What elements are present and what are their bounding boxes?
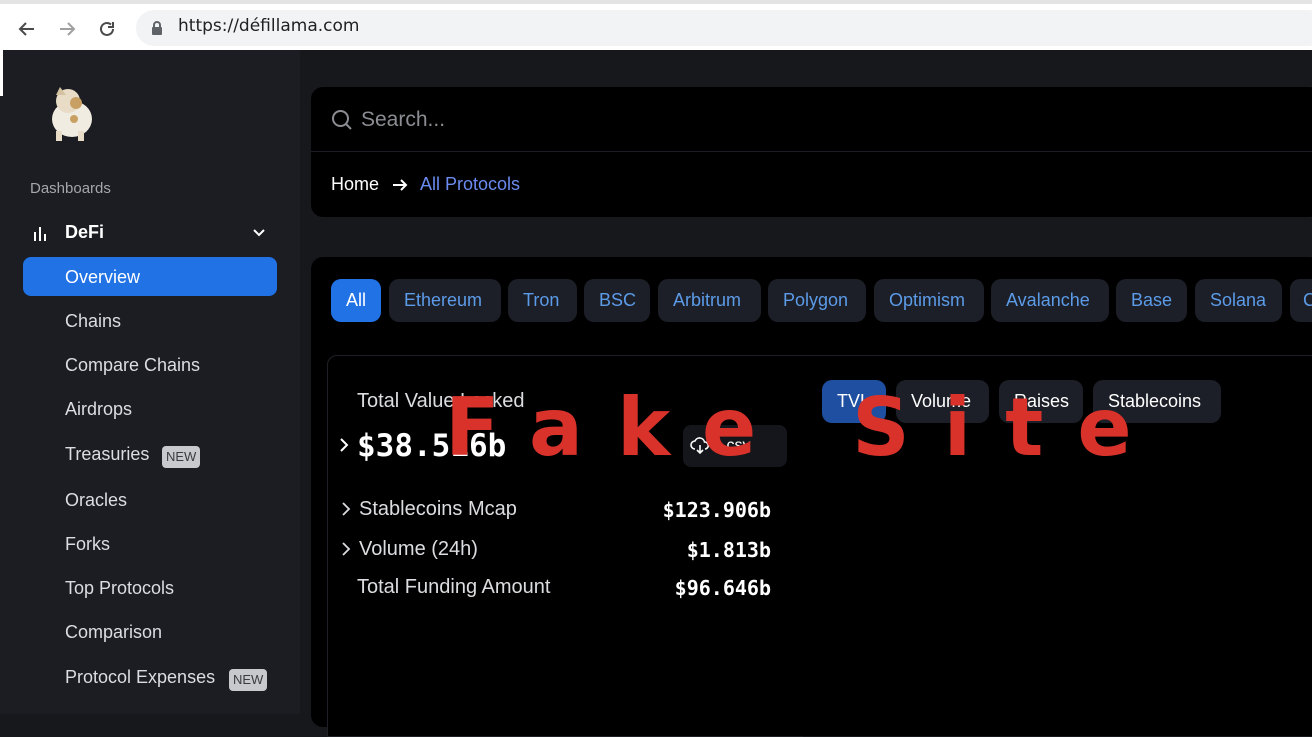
fake-site-watermark: Fake Site	[445, 381, 1166, 474]
total-funding-value: $96.646b	[674, 576, 771, 600]
chain-tab-base[interactable]: Base	[1116, 279, 1187, 322]
reload-icon	[100, 21, 114, 36]
chevron-right-icon[interactable]	[338, 437, 350, 453]
chain-tab-optimism[interactable]: Optimism	[874, 279, 984, 322]
breadcrumb-home[interactable]: Home	[331, 174, 379, 195]
chain-tab-arbitrum[interactable]: Arbitrum	[658, 279, 761, 322]
search-input[interactable]: Search...	[361, 108, 445, 132]
sidebar-group-label: DeFi	[65, 222, 105, 242]
volume-24h-label: Volume (24h)	[359, 538, 478, 560]
url-text[interactable]: https://défillama.com	[178, 16, 359, 36]
stablecoins-mcap-label: Stablecoins Mcap	[359, 498, 517, 520]
sidebar-item-compare-chains[interactable]: Compare Chains	[65, 355, 200, 376]
back-button[interactable]	[14, 16, 40, 42]
lock-icon	[152, 21, 162, 35]
arrow-left-icon	[18, 22, 34, 36]
sidebar-item-comparison[interactable]: Comparison	[65, 622, 162, 643]
new-badge: NEW	[229, 669, 268, 691]
search-bar[interactable]	[311, 87, 1312, 152]
chain-tab-bsc[interactable]: BSC	[584, 279, 650, 322]
chevron-right-icon[interactable]	[340, 541, 352, 557]
window-edge	[0, 50, 3, 96]
chain-tab-tron[interactable]: Tron	[508, 279, 577, 322]
chevron-right-icon[interactable]	[340, 501, 352, 517]
llama-logo-icon[interactable]	[46, 81, 98, 141]
forward-button[interactable]	[54, 16, 80, 42]
arrow-right-icon	[393, 179, 408, 191]
sidebar	[0, 50, 300, 714]
chain-tab-more[interactable]: C	[1290, 279, 1312, 322]
reload-button[interactable]	[94, 16, 120, 42]
arrow-right-icon	[60, 22, 76, 36]
sidebar-item-chains[interactable]: Chains	[65, 311, 121, 332]
chain-tab-solana[interactable]: Solana	[1195, 279, 1282, 322]
sidebar-section-label: Dashboards	[30, 180, 111, 197]
sidebar-item-protocol-expenses[interactable]: Protocol Expenses	[65, 667, 215, 688]
sidebar-item-treasuries[interactable]: Treasuries	[65, 444, 149, 465]
search-icon	[332, 110, 352, 130]
chevron-down-icon	[253, 229, 265, 237]
sidebar-item-top-protocols[interactable]: Top Protocols	[65, 578, 174, 599]
sidebar-item-label: Overview	[65, 267, 141, 287]
sidebar-item-airdrops[interactable]: Airdrops	[65, 399, 132, 420]
total-funding-label: Total Funding Amount	[357, 576, 551, 598]
sidebar-item-oracles[interactable]: Oracles	[65, 490, 127, 511]
sidebar-item-overview[interactable]	[23, 257, 277, 296]
chain-tab-polygon[interactable]: Polygon	[768, 279, 866, 322]
bar-chart-icon	[34, 227, 46, 241]
new-badge: NEW	[162, 446, 201, 468]
sidebar-group-defi[interactable]: DeFi	[30, 222, 270, 246]
volume-24h-value: $1.813b	[686, 538, 771, 562]
chain-tab-all[interactable]: All	[331, 279, 381, 322]
sidebar-item-forks[interactable]: Forks	[65, 534, 110, 555]
stablecoins-mcap-value: $123.906b	[662, 498, 771, 522]
chain-tab-ethereum[interactable]: Ethereum	[389, 279, 501, 322]
breadcrumb-current: All Protocols	[420, 174, 521, 194]
chain-tab-avalanche[interactable]: Avalanche	[991, 279, 1109, 322]
